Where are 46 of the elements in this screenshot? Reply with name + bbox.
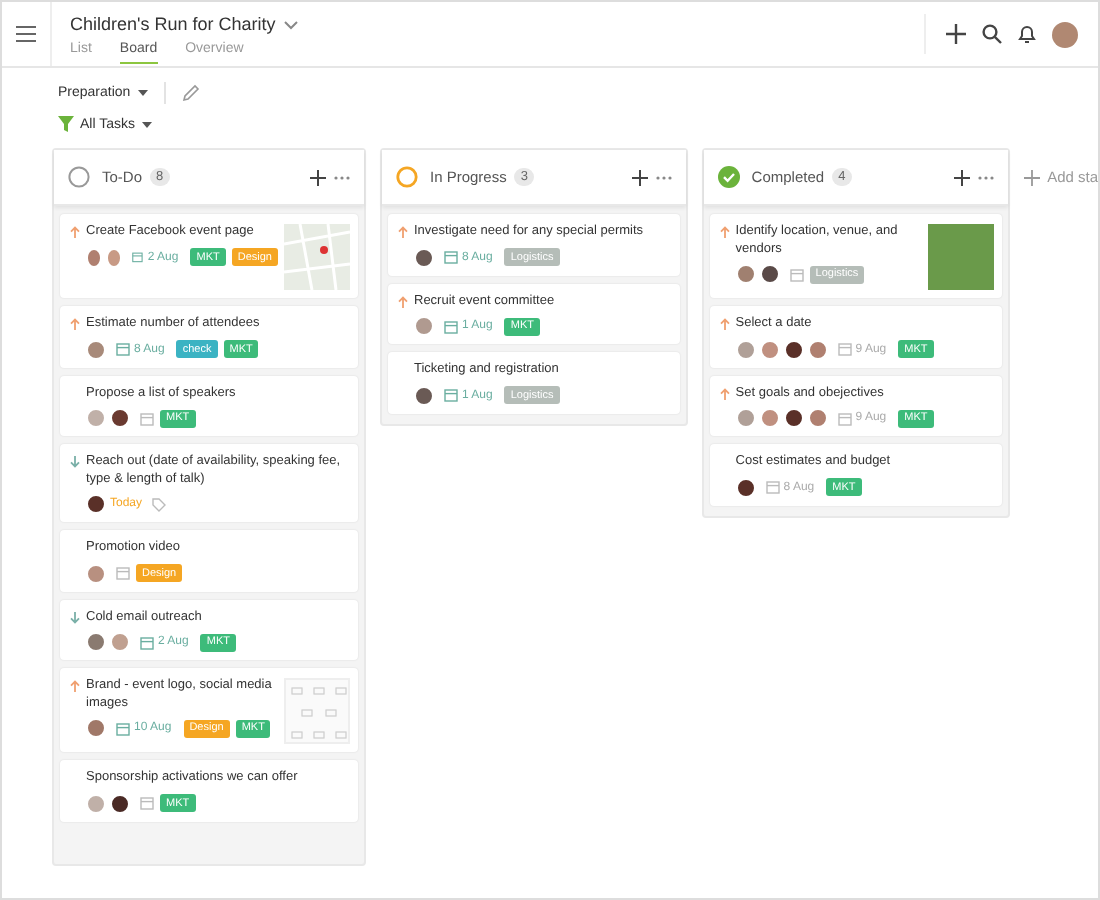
arrow-up-icon (719, 226, 730, 238)
photo-placeholder (927, 224, 994, 290)
arrow-up-icon (70, 680, 80, 692)
project-title: Children's Run for Charity (70, 14, 276, 34)
calendar-icon (444, 250, 458, 264)
calendar-icon (132, 250, 144, 264)
map-thumbnail (284, 224, 350, 290)
search-icon[interactable] (982, 24, 1002, 44)
small-caret-icon[interactable] (141, 121, 151, 127)
arrow-up-icon (719, 387, 730, 399)
arrow-down-icon (70, 611, 80, 623)
arrow-up-icon (719, 318, 730, 330)
calendar-icon (444, 388, 458, 402)
calendar-icon (116, 721, 130, 735)
calendar-icon (140, 796, 154, 810)
calendar-icon (140, 411, 154, 425)
arrow-down-icon (70, 456, 80, 468)
calendar-icon (837, 411, 852, 425)
plus-icon[interactable] (1023, 169, 1040, 185)
calendar-icon (116, 342, 130, 356)
arrow-up-icon (70, 226, 80, 238)
filter-icon[interactable] (58, 116, 74, 132)
bell-icon[interactable] (1018, 24, 1036, 44)
sketch-thumbnail (284, 678, 350, 744)
calendar-icon (837, 342, 852, 356)
calendar-icon (765, 480, 780, 494)
arrow-up-icon (398, 295, 408, 307)
calendar-icon (116, 566, 130, 580)
calendar-icon (444, 319, 458, 333)
status-circle-icon (68, 166, 90, 188)
arrow-up-icon (398, 226, 408, 238)
user-avatar[interactable] (1052, 21, 1078, 47)
menu-icon[interactable] (16, 26, 36, 42)
add-icon[interactable] (631, 169, 648, 185)
add-icon[interactable] (953, 169, 970, 185)
pencil-icon[interactable] (182, 83, 201, 101)
add-icon[interactable] (946, 24, 966, 44)
small-caret-icon[interactable] (138, 89, 149, 95)
arrow-up-icon (70, 318, 80, 330)
check-circle-icon (717, 166, 740, 188)
progress-circle-icon (396, 166, 418, 188)
add-icon[interactable] (310, 169, 326, 185)
chevron-down-icon[interactable] (283, 19, 298, 29)
calendar-icon (140, 635, 154, 649)
tag-icon (152, 497, 167, 511)
calendar-icon (789, 267, 804, 281)
